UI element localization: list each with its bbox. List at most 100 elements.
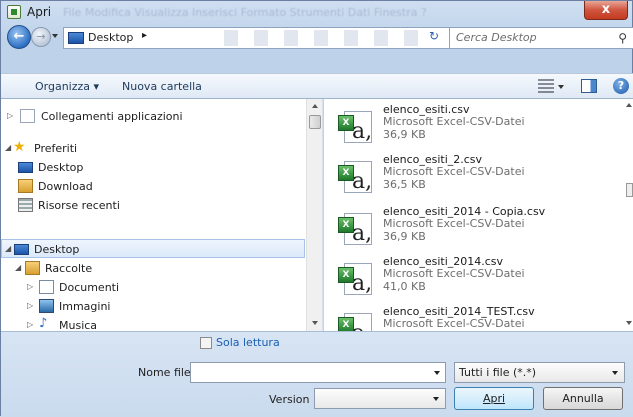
pictures-icon — [39, 299, 54, 313]
filetype-chevron-down-icon[interactable] — [612, 371, 618, 375]
file-item[interactable]: Xa, elenco_esiti_2014_TEST.csv Microsoft… — [334, 305, 624, 331]
navigation-pane: ▷ Collegamenti applicazioni ◢ ★ Preferit… — [1, 99, 323, 331]
open-dialog: Apri File Modifica Visualizza Inserisci … — [0, 0, 633, 417]
file-type: Microsoft Excel-CSV-Datei — [383, 217, 525, 230]
csv-file-icon: Xa, — [338, 263, 374, 296]
documents-icon — [39, 280, 54, 294]
document-icon — [20, 109, 35, 123]
recent-places-icon — [18, 198, 33, 212]
file-item[interactable]: Xa, elenco_esiti_2014 - Copia.csv Micros… — [334, 205, 624, 255]
tree-item-label: Download — [38, 180, 93, 193]
collapse-arrow-icon[interactable]: ◢ — [15, 263, 21, 272]
window-title: Apri — [27, 5, 52, 19]
close-button[interactable]: x — [584, 1, 628, 20]
desktop-icon — [68, 32, 84, 44]
scroll-down-icon[interactable] — [312, 321, 318, 325]
help-icon[interactable]: ? — [613, 78, 629, 94]
scroll-up-icon[interactable] — [626, 103, 632, 107]
tree-item-collegamenti[interactable]: ▷ Collegamenti applicazioni — [1, 107, 305, 126]
tree-item-musica[interactable]: ▷ ♪ Musica — [1, 316, 305, 331]
tree-item-label: Desktop — [38, 161, 84, 174]
expand-arrow-icon[interactable]: ▷ — [7, 111, 13, 120]
navigation-scrollbar[interactable] — [306, 99, 322, 331]
file-size: 36,9 KB — [383, 230, 426, 243]
address-location[interactable]: Desktop — [88, 31, 133, 44]
csv-file-icon: Xa, — [338, 313, 374, 331]
filename-label: Nome file: — [138, 366, 195, 379]
dialog-footer: Sola lettura Nome file: Tutti i file (*.… — [1, 331, 633, 417]
file-size: 41,0 KB — [383, 280, 426, 293]
desktop-icon — [18, 162, 33, 173]
search-input[interactable]: Cerca Desktop — [456, 31, 537, 44]
breadcrumb-separator-icon[interactable]: ▸ — [142, 30, 147, 41]
readonly-checkbox[interactable] — [200, 337, 212, 349]
forward-button[interactable]: → — [31, 27, 51, 47]
collapse-arrow-icon[interactable]: ◢ — [5, 143, 11, 152]
change-view-icon[interactable] — [538, 79, 554, 93]
file-list: Xa, elenco_esiti.csv Microsoft Excel-CSV… — [324, 99, 633, 331]
tree-item-immagini[interactable]: ▷ Immagini — [1, 297, 305, 316]
readonly-label[interactable]: Sola lettura — [216, 336, 280, 349]
search-icon[interactable]: ⚲ — [618, 31, 627, 45]
tree-item-risorse-recenti[interactable]: Risorse recenti — [1, 196, 305, 215]
file-size: 36,9 KB — [383, 128, 426, 141]
file-type: Microsoft Excel-CSV-Datei — [383, 267, 525, 280]
organize-button[interactable]: Organizza ▾ — [35, 80, 99, 93]
tree-item-label: Risorse recenti — [38, 199, 120, 212]
view-chevron-down-icon[interactable] — [558, 85, 564, 89]
file-size: 36,5 KB — [383, 178, 426, 191]
title-bar: Apri File Modifica Visualizza Inserisci … — [1, 1, 633, 23]
excel-app-icon — [7, 5, 21, 19]
libraries-icon — [25, 261, 40, 275]
expand-arrow-icon[interactable]: ▷ — [27, 282, 33, 291]
tree-item-label: Immagini — [59, 300, 111, 313]
background-toolbar-ghost — [224, 30, 424, 46]
csv-file-icon: Xa, — [338, 161, 374, 194]
filetype-value[interactable]: Tutti i file (*.*) — [459, 366, 536, 379]
navigation-bar: ← → Desktop ▸ ↻ Cerca Desktop ⚲ — [1, 23, 633, 53]
refresh-icon[interactable]: ↻ — [429, 29, 439, 43]
star-icon: ★ — [13, 139, 26, 155]
new-folder-button[interactable]: Nuova cartella — [122, 80, 202, 93]
filename-field[interactable] — [190, 362, 446, 383]
csv-file-icon: Xa, — [338, 111, 374, 144]
file-list-scrollbar[interactable] — [626, 99, 633, 331]
scroll-down-icon[interactable] — [626, 321, 632, 325]
tree-item-raccolte[interactable]: ◢ Raccolte — [1, 259, 305, 278]
scrollbar-thumb[interactable] — [309, 115, 321, 129]
tree-item-label: Desktop — [34, 243, 80, 256]
filetype-select[interactable]: Tutti i file (*.*) — [454, 362, 625, 383]
file-item[interactable]: Xa, elenco_esiti.csv Microsoft Excel-CSV… — [334, 103, 624, 153]
filename-chevron-down-icon[interactable] — [434, 371, 440, 375]
file-item[interactable]: Xa, elenco_esiti_2.csv Microsoft Excel-C… — [334, 153, 624, 203]
back-button[interactable]: ← — [7, 25, 31, 49]
preview-pane-icon[interactable] — [581, 79, 597, 93]
tree-item-desktop-favorite[interactable]: Desktop — [1, 158, 305, 177]
tree-item-documenti[interactable]: ▷ Documenti — [1, 278, 305, 297]
version-chevron-down-icon[interactable] — [433, 397, 439, 401]
version-label: Version — [269, 393, 310, 406]
address-bar[interactable]: Desktop ▸ — [63, 27, 484, 49]
scroll-up-icon[interactable] — [312, 104, 318, 108]
open-button[interactable]: Apri — [454, 387, 534, 410]
cancel-button[interactable]: Annulla — [543, 387, 623, 410]
tree-item-label: Preferiti — [34, 142, 78, 155]
file-item[interactable]: Xa, elenco_esiti_2014.csv Microsoft Exce… — [334, 255, 624, 305]
tree-item-download[interactable]: Download — [1, 177, 305, 196]
expand-arrow-icon[interactable]: ▷ — [27, 301, 33, 310]
version-select[interactable] — [314, 388, 446, 409]
recent-locations-chevron-down-icon[interactable] — [52, 34, 58, 38]
tree-item-preferiti[interactable]: ◢ ★ Preferiti — [1, 139, 305, 158]
tree-item-label: Documenti — [59, 281, 120, 294]
search-box[interactable]: Cerca Desktop ⚲ — [449, 27, 633, 49]
tree-item-label: Musica — [59, 319, 98, 331]
file-type: Microsoft Excel-CSV-Datei — [383, 165, 525, 178]
desktop-icon — [14, 244, 29, 255]
expand-arrow-icon[interactable]: ▷ — [27, 320, 33, 329]
tree-item-label: Collegamenti applicazioni — [41, 110, 183, 123]
collapse-arrow-icon[interactable]: ◢ — [5, 244, 11, 253]
scrollbar-thumb[interactable] — [626, 183, 633, 197]
file-type: Microsoft Excel-CSV-Datei — [383, 115, 525, 128]
tree-item-desktop[interactable]: ◢ Desktop — [1, 239, 305, 258]
csv-file-icon: Xa, — [338, 213, 374, 246]
